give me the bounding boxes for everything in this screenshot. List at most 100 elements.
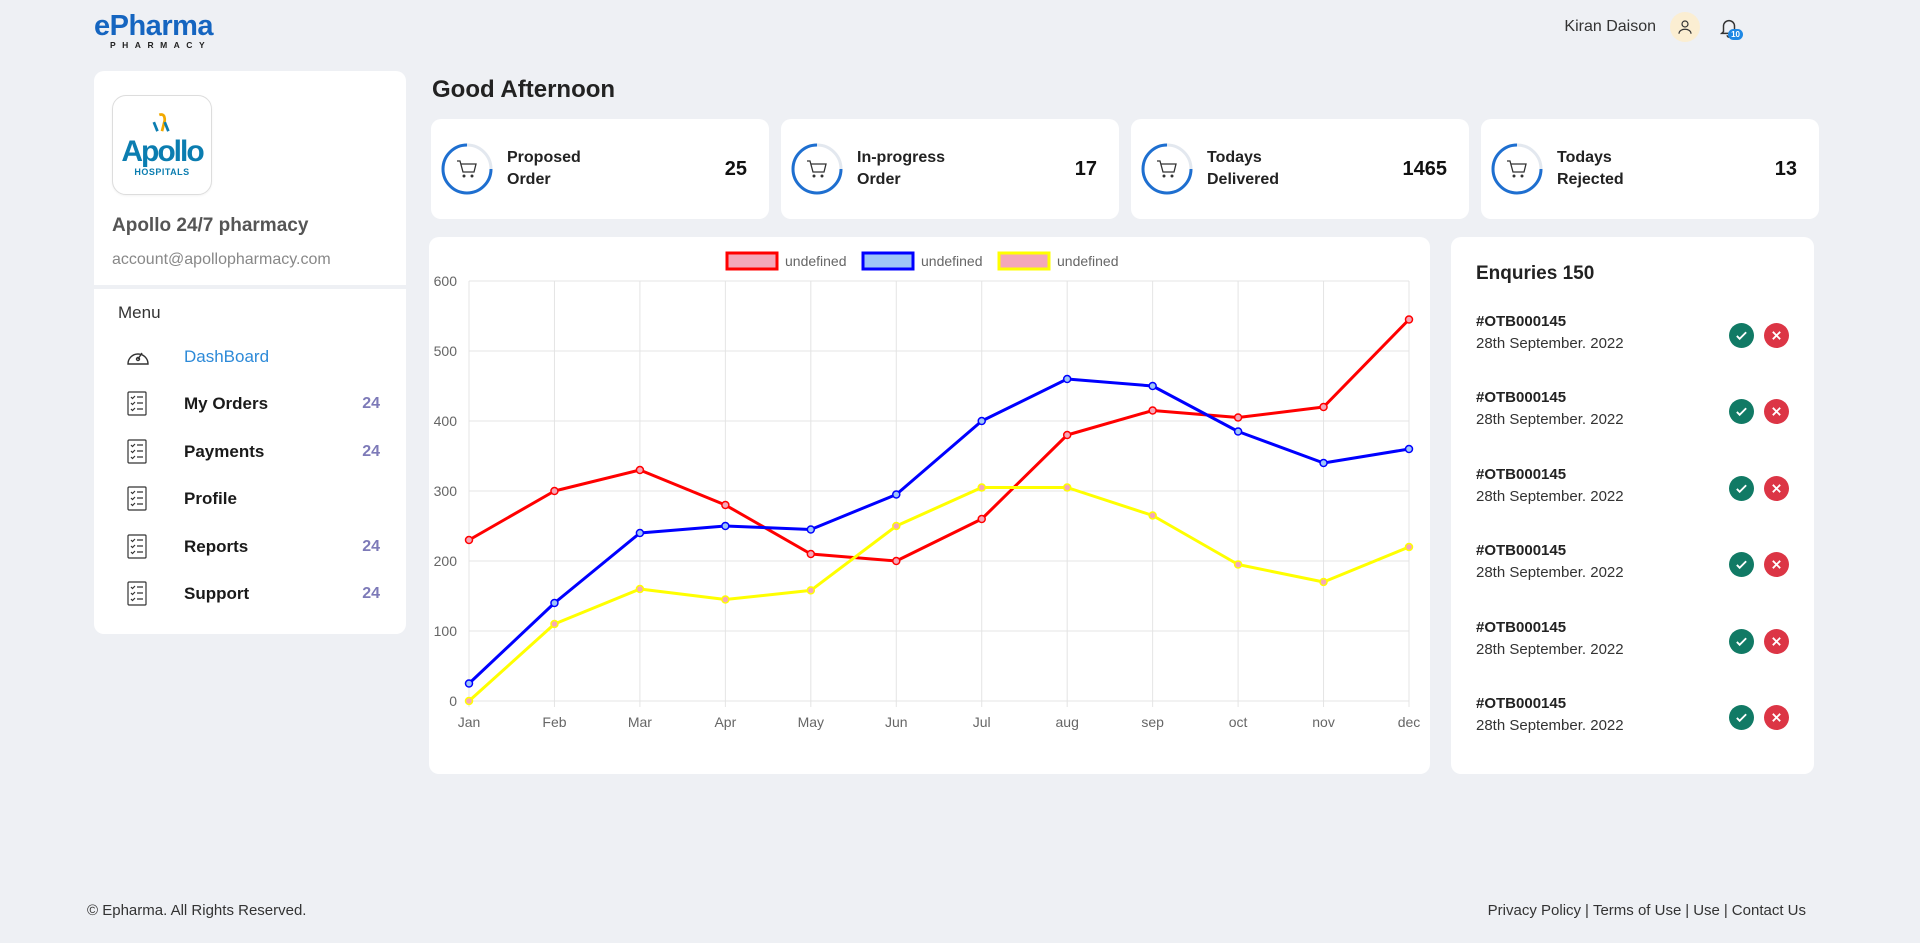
data-point[interactable] <box>1404 542 1414 552</box>
reject-close-icon[interactable] <box>1764 399 1789 425</box>
user-name[interactable]: Kiran Daison <box>1564 18 1656 36</box>
data-point[interactable] <box>464 696 474 706</box>
accept-check-icon[interactable] <box>1729 704 1754 730</box>
reject-close-icon[interactable] <box>1764 552 1789 578</box>
accept-check-icon[interactable] <box>1729 323 1754 348</box>
checklist-icon <box>124 580 152 608</box>
data-point[interactable] <box>1319 458 1328 468</box>
stat-card-proposed-order[interactable]: Proposed Order 25 <box>431 119 769 219</box>
data-point[interactable] <box>1233 560 1243 569</box>
reject-close-icon[interactable] <box>1764 704 1789 730</box>
sidebar-item-payments[interactable]: Payments 24 <box>94 428 406 476</box>
data-point[interactable] <box>635 465 645 475</box>
footer-link-contact-us[interactable]: Contact Us <box>1732 902 1806 919</box>
data-point[interactable] <box>892 521 901 531</box>
stat-label-line1: In-progress <box>857 149 946 166</box>
series-line <box>467 486 1410 703</box>
x-tick-label: Mar <box>628 714 652 730</box>
enquiries-list: #OTB000145 28th September. 2022 #OTB000145… <box>1476 299 1789 757</box>
data-point[interactable] <box>635 584 645 594</box>
sidebar-item-support[interactable]: Support 24 <box>94 571 406 619</box>
legend-label[interactable]: undefined <box>1057 253 1119 269</box>
data-point[interactable] <box>977 416 986 426</box>
cart-icon <box>441 143 493 195</box>
enquiry-text: #OTB000145 28th September. 2022 <box>1476 313 1729 352</box>
accept-check-icon[interactable] <box>1729 475 1754 501</box>
data-point[interactable] <box>550 486 559 496</box>
stat-card-in-progress-order[interactable]: In-progress Order 17 <box>781 119 1119 219</box>
x-tick-label: oct <box>1229 714 1248 730</box>
enquiry-date: 28th September. 2022 <box>1476 335 1624 352</box>
data-point[interactable] <box>464 679 474 688</box>
data-point[interactable] <box>1404 315 1414 324</box>
epharma-logo[interactable]: ePharma PHARMACY <box>94 12 214 50</box>
x-tick-label: Apr <box>714 714 736 730</box>
cart-icon <box>1141 143 1193 195</box>
data-point[interactable] <box>464 535 474 545</box>
legend-swatch[interactable] <box>725 251 779 271</box>
data-point[interactable] <box>892 490 901 499</box>
user-avatar-icon[interactable] <box>1670 12 1700 42</box>
apollo-logo: Apollo HOSPITALS <box>112 95 212 195</box>
stat-card-todays-delivered[interactable]: Todays Delivered 1465 <box>1131 119 1469 219</box>
enquiry-text: #OTB000145 28th September. 2022 <box>1476 466 1729 505</box>
sidebar-item-label: My Orders <box>184 394 269 414</box>
data-point[interactable] <box>721 595 730 604</box>
accept-check-icon[interactable] <box>1729 399 1754 425</box>
sidebar-item-dashboard[interactable]: DashBoard <box>94 333 406 381</box>
legend-swatch[interactable] <box>861 251 915 271</box>
sidebar-item-reports[interactable]: Reports 24 <box>94 523 406 571</box>
x-tick-label: Feb <box>542 714 566 730</box>
x-tick-label: nov <box>1312 714 1335 730</box>
enquiry-text: #OTB000145 28th September. 2022 <box>1476 695 1729 734</box>
enquiry-text: #OTB000145 28th September. 2022 <box>1476 389 1729 428</box>
data-point[interactable] <box>1404 444 1414 454</box>
data-point[interactable] <box>1233 413 1243 422</box>
copyright-text: © Epharma. All Rights Reserved. <box>87 902 307 919</box>
data-point[interactable] <box>1062 430 1072 440</box>
legend-label[interactable]: undefined <box>785 253 847 269</box>
footer-link-privacy-policy[interactable]: Privacy Policy <box>1488 902 1581 919</box>
apollo-mark-icon <box>152 113 170 132</box>
data-point[interactable] <box>1062 374 1072 384</box>
data-point[interactable] <box>550 598 559 608</box>
enquiry-id: #OTB000145 <box>1476 389 1567 407</box>
data-point[interactable] <box>635 528 645 538</box>
data-point[interactable] <box>977 514 986 524</box>
data-point[interactable] <box>1148 381 1157 391</box>
sidebar-item-profile[interactable]: Profile <box>94 476 406 524</box>
reject-close-icon[interactable] <box>1764 323 1789 348</box>
reject-close-icon[interactable] <box>1764 475 1789 501</box>
stat-label-line2: Order <box>857 171 901 188</box>
data-point[interactable] <box>1148 406 1157 415</box>
data-point[interactable] <box>806 525 816 534</box>
data-point[interactable] <box>892 556 901 566</box>
data-point[interactable] <box>806 549 816 559</box>
data-point[interactable] <box>1062 483 1072 492</box>
data-point[interactable] <box>1148 511 1157 520</box>
line-chart-svg: 0 100 200 300 400 500 600 Jan Feb Mar Apr May Jun Jul… <box>434 251 1420 730</box>
menu-title: Menu <box>118 303 161 322</box>
data-point[interactable] <box>1233 427 1243 436</box>
data-point[interactable] <box>977 483 986 492</box>
footer-link-use[interactable]: Use <box>1693 902 1720 919</box>
cart-icon <box>791 143 843 195</box>
data-point[interactable] <box>550 619 559 629</box>
accept-check-icon[interactable] <box>1729 552 1754 578</box>
data-point[interactable] <box>1319 577 1328 587</box>
data-point[interactable] <box>806 586 816 595</box>
data-point[interactable] <box>1319 402 1328 412</box>
legend-swatch[interactable] <box>997 251 1051 271</box>
sidebar-item-my-orders[interactable]: My Orders 24 <box>94 381 406 429</box>
footer-separator: | <box>1585 902 1589 919</box>
data-point[interactable] <box>721 521 730 531</box>
reject-close-icon[interactable] <box>1764 628 1789 654</box>
notification-bell-icon[interactable]: 10 <box>1714 12 1744 42</box>
data-point[interactable] <box>721 500 730 510</box>
footer-link-terms-of-use[interactable]: Terms of Use <box>1593 902 1681 919</box>
legend-label[interactable]: undefined <box>921 253 983 269</box>
enquiry-date: 28th September. 2022 <box>1476 564 1624 582</box>
series-line <box>468 318 1411 563</box>
accept-check-icon[interactable] <box>1729 628 1754 654</box>
stat-card-todays-rejected[interactable]: Todays Rejected 13 <box>1481 119 1819 219</box>
